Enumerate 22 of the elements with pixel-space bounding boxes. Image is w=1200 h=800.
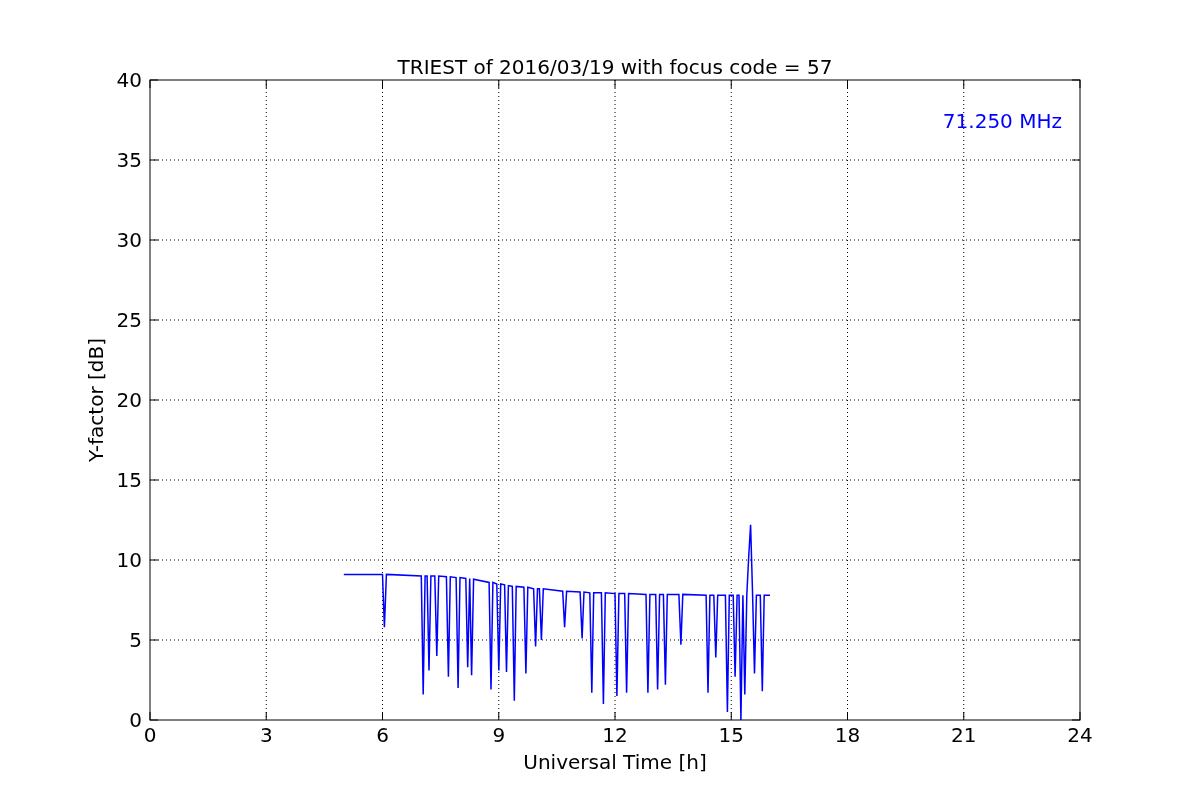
x-axis-label: Universal Time [h]	[523, 750, 707, 774]
y-tick-label: 35	[116, 148, 142, 172]
y-tick-label: 20	[116, 388, 142, 412]
y-tick-label: 0	[129, 708, 142, 732]
x-tick-label: 3	[259, 723, 273, 747]
y-tick-label: 5	[129, 628, 142, 652]
x-tick-label: 15	[718, 723, 744, 747]
x-tick-label: 9	[492, 723, 506, 747]
x-tick-label: 18	[834, 723, 861, 747]
x-tick-label: 24	[1067, 723, 1093, 747]
x-tick-label: 12	[602, 723, 628, 747]
y-axis-label: Y-factor [dB]	[84, 338, 108, 462]
x-tick-label: 6	[376, 723, 389, 747]
y-tick-label: 15	[116, 468, 142, 492]
chart-title: TRIEST of 2016/03/19 with focus code = 57	[397, 55, 833, 79]
frequency-annotation: 71.250 MHz	[942, 109, 1062, 133]
y-tick-label: 30	[116, 228, 142, 252]
x-tick-label: 21	[951, 723, 977, 747]
y-tick-label: 40	[116, 68, 142, 92]
y-tick-label: 25	[116, 308, 142, 332]
x-tick-label: 0	[143, 723, 157, 747]
y-tick-label: 10	[116, 548, 142, 572]
